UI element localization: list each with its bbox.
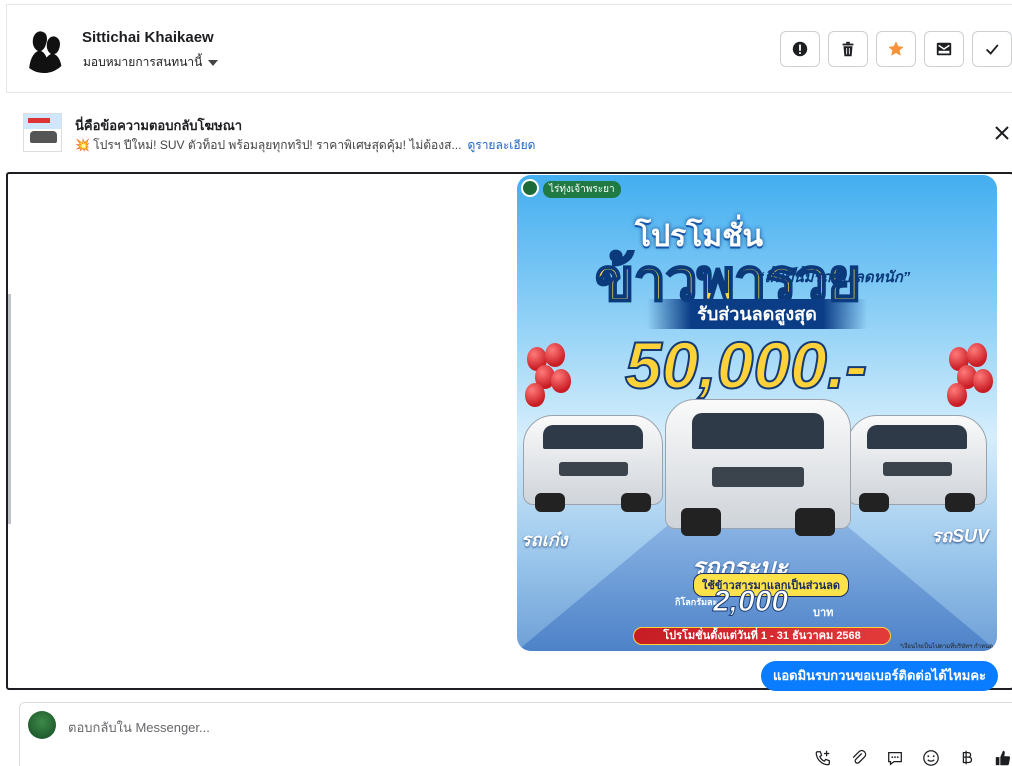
star-button[interactable] — [876, 31, 916, 67]
check-icon — [985, 44, 999, 55]
view-details-link[interactable]: ดูรายละเอียด — [467, 136, 535, 155]
promo-sedan-label: รถเก๋ง — [521, 530, 568, 550]
ad-thumbnail[interactable] — [23, 113, 62, 152]
saved-reply-icon[interactable] — [886, 749, 904, 766]
assign-conversation-dropdown[interactable]: มอบหมายการสนทนานี้ — [83, 53, 219, 72]
ad-reply-title: นี่คือข้อความตอบกลับโฆษณา — [75, 118, 243, 133]
promo-per-kg-label: กิโลกรัมละ — [675, 597, 718, 607]
promo-period: โปรโมชั่นตั้งแต่วันที่ 1 - 31 ธันวาคม 25… — [633, 627, 891, 645]
ad-reply-snippet: 💥 โปรฯ ปีใหม่! SUV ตัวท็อป พร้อมลุยทุกทร… — [75, 138, 462, 152]
star-icon — [888, 41, 904, 56]
message-thread: ไร่ทุ่งเจ้าพระยา โปรโมชั่น ข้าวพารวย “สิ… — [6, 172, 1012, 691]
composer-toolbar — [814, 749, 1012, 766]
trash-icon — [842, 41, 854, 57]
baht-icon[interactable] — [958, 749, 976, 766]
conversation-header: Sittichai Khaikaew มอบหมายการสนทนานี้ — [6, 4, 1012, 93]
promo-discount-amount: 50,000.- — [624, 327, 868, 403]
promo-image-message[interactable]: ไร่ทุ่งเจ้าพระยา โปรโมชั่น ข้าวพารวย “สิ… — [517, 175, 997, 651]
ad-reply-banner: นี่คือข้อความตอบกลับโฆษณา 💥 โปรฯ ปีใหม่!… — [6, 93, 1012, 171]
contact-name[interactable]: Sittichai Khaikaew — [82, 29, 214, 46]
mark-unread-button[interactable] — [924, 31, 964, 67]
page-avatar — [28, 711, 56, 739]
call-plus-icon[interactable] — [814, 749, 832, 766]
car-icon — [30, 131, 57, 143]
sedan-car-icon — [523, 415, 663, 512]
message-bubble-sent[interactable]: แอดมินรบกวนขอเบอร์ติดต่อได้ไหมคะ — [760, 661, 998, 691]
envelope-icon — [936, 42, 952, 56]
delete-button[interactable] — [828, 31, 868, 67]
promo-discount-label: รับส่วนลดสูงสุด — [647, 299, 867, 329]
promo-per-kg-amount: 2,000 — [712, 585, 789, 619]
reply-input[interactable]: ตอบกลับใน Messenger... — [68, 717, 210, 738]
header-actions — [780, 31, 1012, 67]
promo-cars — [517, 395, 997, 555]
messenger-inbox: Sittichai Khaikaew มอบหมายการสนทนานี้ นี… — [0, 0, 1012, 766]
chevron-down-icon — [208, 60, 219, 66]
report-spam-button[interactable] — [780, 31, 820, 67]
ad-reply-snippet-row: 💥 โปรฯ ปีใหม่! SUV ตัวท็อป พร้อมลุยทุกทร… — [75, 136, 535, 155]
emoji-icon[interactable] — [922, 749, 940, 766]
suv-car-icon — [847, 415, 987, 512]
avatar[interactable] — [19, 23, 69, 73]
close-banner-button[interactable] — [992, 123, 1012, 143]
close-icon — [995, 126, 1009, 140]
exclamation-circle-icon — [792, 41, 808, 57]
promo-baht-label: บาท — [813, 607, 834, 619]
promo-brand: ไร่ทุ่งเจ้าพระยา — [543, 181, 621, 198]
brand-logo-icon — [521, 179, 539, 197]
promo-tagline: “สิ้นปีนี้มีรถขับ ลดหนัก” — [757, 269, 911, 286]
paperclip-icon[interactable] — [850, 749, 868, 766]
reply-composer: ตอบกลับใน Messenger... — [19, 702, 1012, 766]
thumbs-up-icon[interactable] — [994, 749, 1012, 766]
promo-fineprint: *เงื่อนไขเป็นไปตามที่บริษัทฯ กำหนด — [899, 644, 993, 650]
assign-label: มอบหมายการสนทนานี้ — [83, 55, 203, 69]
scrollbar[interactable] — [8, 294, 11, 524]
promo-suv-label: รถSUV — [931, 526, 989, 546]
pickup-truck-icon — [665, 399, 851, 536]
ad-thumbnail-banner — [28, 118, 50, 123]
mark-done-button[interactable] — [972, 31, 1012, 67]
couple-silhouette-icon — [19, 23, 69, 73]
